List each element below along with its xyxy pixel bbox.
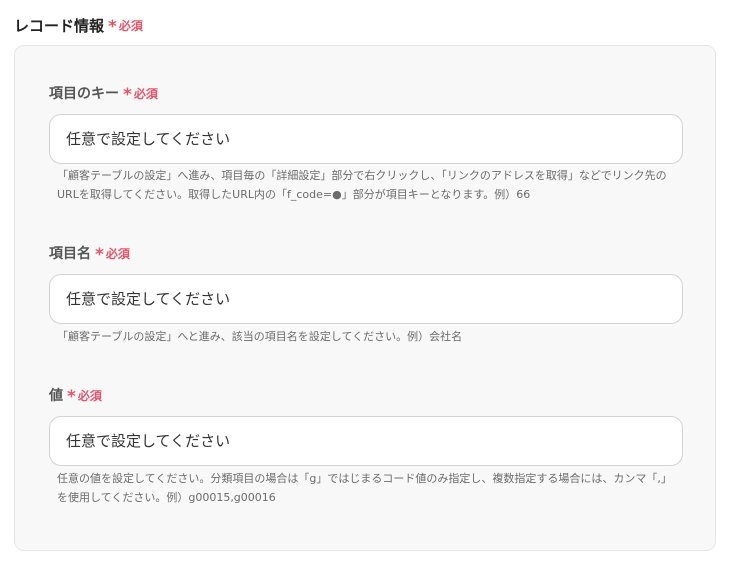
required-text: 必須 bbox=[77, 388, 102, 403]
field-label-text: 項目名 bbox=[49, 246, 91, 262]
required-text: 必須 bbox=[105, 246, 130, 261]
required-text: 必須 bbox=[133, 86, 158, 101]
required-badge: * 必須 bbox=[108, 16, 143, 37]
field-label-item-name: 項目名 * 必須 bbox=[49, 242, 130, 264]
field-label-item-key: 項目のキー * 必須 bbox=[49, 82, 158, 104]
required-asterisk-icon: * bbox=[123, 84, 132, 105]
required-asterisk-icon: * bbox=[67, 386, 76, 407]
required-asterisk-icon: * bbox=[95, 244, 104, 265]
record-info-form: レコード情報 * 必須 項目のキー * 必須 「顧客テーブルの設定」へ進み、項目… bbox=[0, 0, 730, 571]
section-title-text: レコード情報 bbox=[14, 16, 105, 35]
required-asterisk-icon: * bbox=[108, 16, 117, 37]
value-input[interactable] bbox=[49, 416, 683, 466]
required-badge: * 必須 bbox=[95, 244, 130, 265]
item-name-input[interactable] bbox=[49, 274, 683, 324]
item-name-hint: 「顧客テーブルの設定」へと進み、該当の項目名を設定してください。例）会社名 bbox=[57, 330, 463, 343]
item-key-hint: 「顧客テーブルの設定」へ進み、項目毎の「詳細設定」部分で右クリックし、「リンクの… bbox=[57, 169, 667, 201]
required-badge: * 必須 bbox=[67, 386, 102, 407]
section-title: レコード情報 * 必須 bbox=[14, 14, 143, 36]
field-label-text: 値 bbox=[49, 388, 63, 404]
item-key-input[interactable] bbox=[49, 114, 683, 164]
record-info-panel: 項目のキー * 必須 「顧客テーブルの設定」へ進み、項目毎の「詳細設定」部分で右… bbox=[14, 45, 716, 551]
field-label-value: 値 * 必須 bbox=[49, 384, 102, 406]
value-hint: 任意の値を設定してください。分類項目の場合は「g」ではじまるコード値のみ指定し、… bbox=[57, 472, 672, 504]
required-text: 必須 bbox=[118, 18, 143, 33]
field-label-text: 項目のキー bbox=[49, 86, 119, 102]
required-badge: * 必須 bbox=[123, 84, 158, 105]
